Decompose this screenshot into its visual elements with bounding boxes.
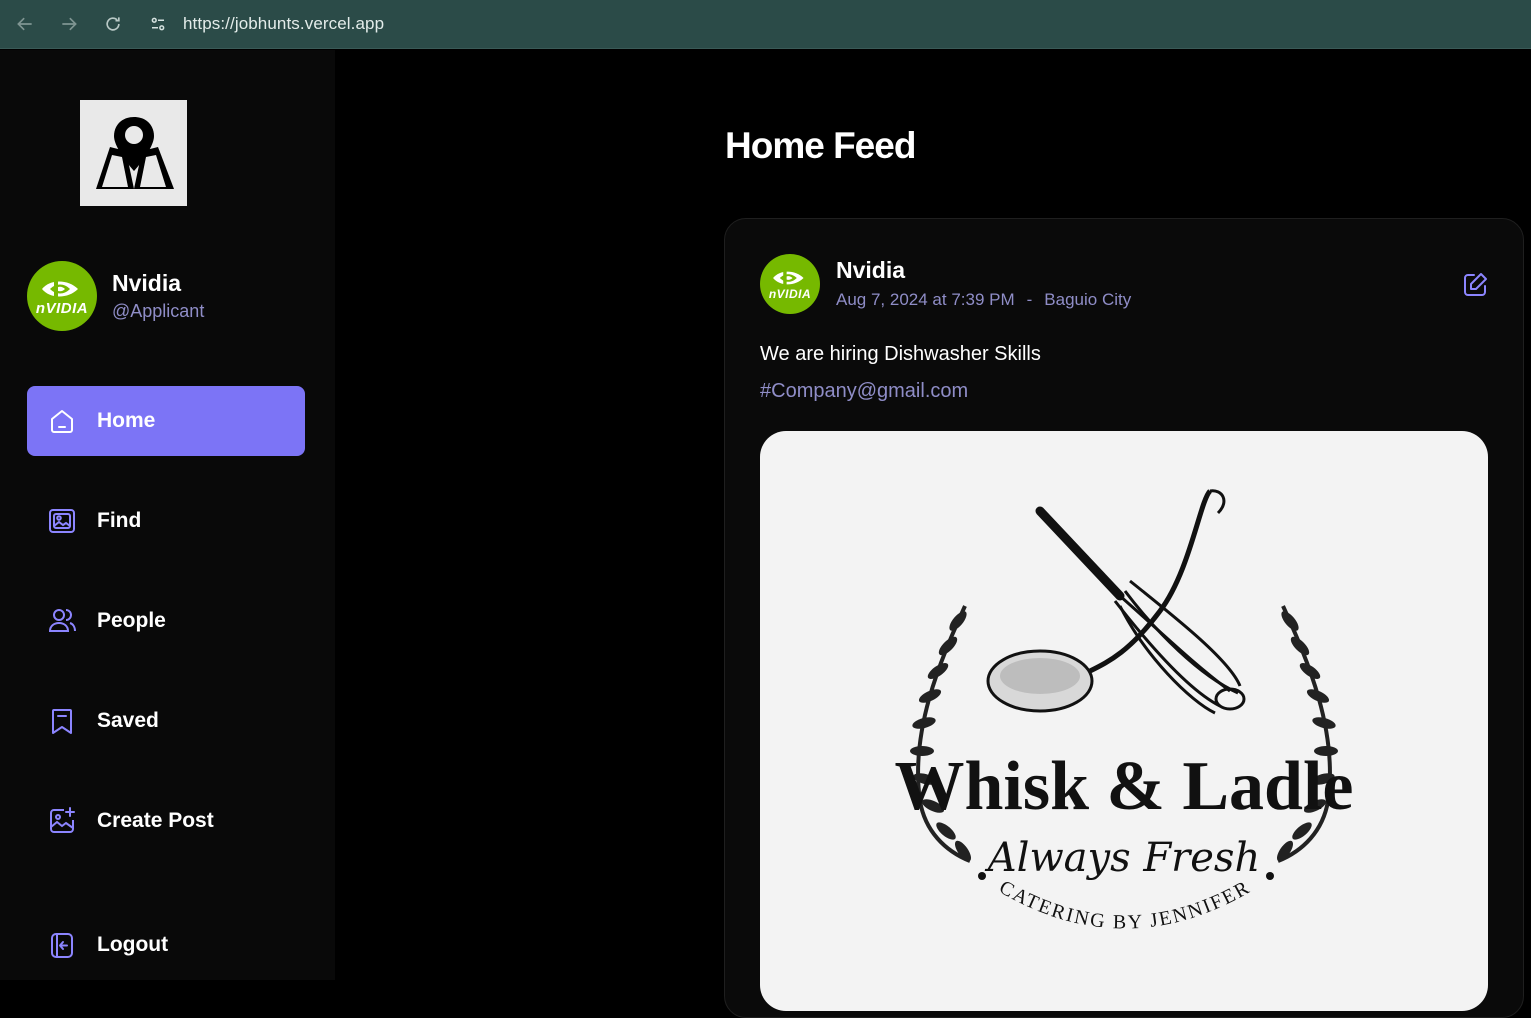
page-title: Home Feed (725, 125, 916, 166)
people-icon (47, 606, 77, 636)
avatar: nVIDIA (27, 261, 97, 331)
image-brand-text: Whisk & Ladle (895, 748, 1354, 825)
svg-text:CATERING BY JENNIFER: CATERING BY JENNIFER (995, 876, 1254, 934)
gallery-icon (47, 506, 77, 536)
image-plus-icon (47, 806, 77, 836)
post-text: We are hiring Dishwasher Skills (760, 343, 1041, 365)
sidebar-item-label: Home (97, 409, 156, 432)
edit-icon (1464, 273, 1487, 296)
site-info-button[interactable] (141, 7, 175, 41)
address-bar[interactable]: https://jobhunts.vercel.app (183, 14, 384, 34)
sidebar-item-label: Create Post (97, 809, 214, 832)
post-avatar[interactable]: nVIDIA (760, 254, 820, 314)
post-date: Aug 7, 2024 at 7:39 PM (836, 290, 1015, 309)
bookmark-icon (47, 706, 77, 736)
sidebar-item-label: People (97, 609, 166, 632)
avatar-brand-text: nVIDIA (35, 299, 89, 317)
sidebar-item-create-post[interactable]: Create Post (27, 786, 305, 856)
post-image[interactable]: Whisk & Ladle Always Fresh CATERING BY J… (760, 431, 1488, 1011)
nvidia-eye-icon (773, 267, 806, 288)
arrow-left-icon (17, 17, 32, 31)
sidebar-item-find[interactable]: Find (27, 486, 305, 556)
sidebar-item-label: Saved (97, 709, 159, 732)
avatar-brand-text: nVIDIA (768, 287, 812, 301)
arrow-right-icon (62, 17, 77, 31)
logout-icon (47, 930, 77, 960)
sidebar-item-label: Find (97, 509, 142, 532)
back-button[interactable] (3, 4, 47, 44)
edit-post-button[interactable] (1461, 271, 1489, 299)
home-icon (47, 406, 77, 436)
sidebar: nVIDIA Nvidia @Applicant Home Find Peopl… (0, 50, 335, 980)
meta-separator: - (1026, 290, 1033, 309)
map-pin-logo-icon (95, 117, 174, 189)
tune-icon (151, 17, 165, 31)
image-tagline-text: Always Fresh (984, 835, 1260, 881)
image-subtitle-text: CATERING BY JENNIFER (995, 876, 1252, 934)
reload-button[interactable] (91, 4, 135, 44)
sidebar-item-label: Logout (97, 933, 169, 956)
profile-handle: @Applicant (112, 301, 205, 321)
forward-button[interactable] (47, 4, 91, 44)
post-author[interactable]: Nvidia (836, 257, 905, 284)
whisk-ladle-logo: Whisk & Ladle Always Fresh CATERING BY J… (895, 489, 1354, 934)
browser-toolbar: https://jobhunts.vercel.app (0, 0, 1531, 49)
reload-icon (106, 17, 120, 31)
app-logo[interactable] (80, 100, 187, 206)
sidebar-item-saved[interactable]: Saved (27, 686, 305, 756)
post-meta: Aug 7, 2024 at 7:39 PM - Baguio City (836, 290, 1131, 310)
post-tag[interactable]: #Company@gmail.com (760, 380, 968, 403)
nvidia-eye-icon (42, 275, 80, 300)
user-profile[interactable]: nVIDIA Nvidia @Applicant (27, 261, 204, 331)
sidebar-item-home[interactable]: Home (27, 386, 305, 456)
sidebar-item-people[interactable]: People (27, 586, 305, 656)
profile-name: Nvidia (112, 270, 182, 296)
post-card: nVIDIA Nvidia Aug 7, 2024 at 7:39 PM - B… (724, 218, 1524, 1018)
sidebar-item-logout[interactable]: Logout (27, 910, 305, 980)
post-location: Baguio City (1044, 290, 1132, 309)
